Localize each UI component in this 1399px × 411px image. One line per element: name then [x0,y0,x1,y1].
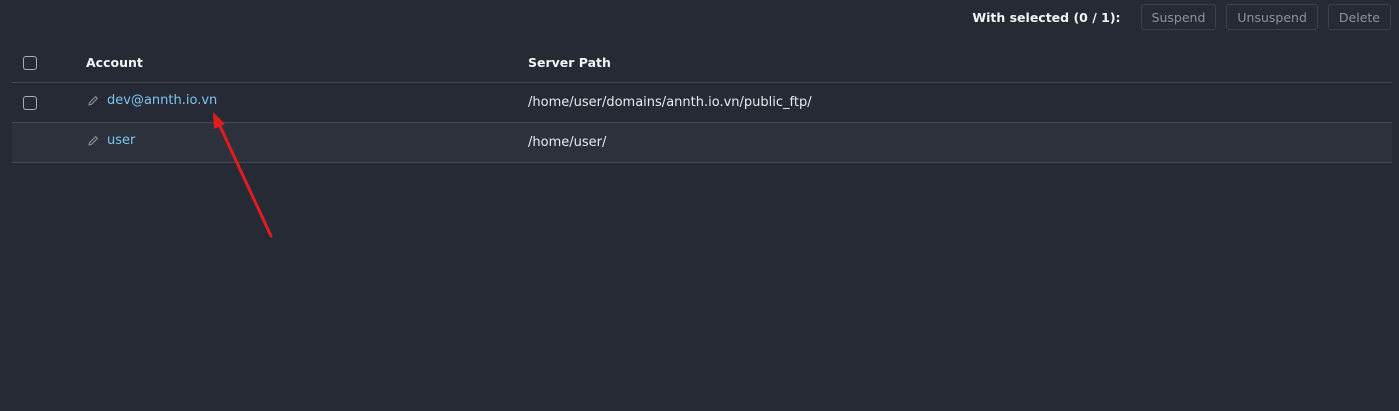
pencil-icon [88,95,98,106]
ftp-accounts-table: Account Server Path dev@annth.io.vn /hom… [12,42,1392,163]
table-header-row: Account Server Path [12,42,1392,83]
table-row: dev@annth.io.vn /home/user/domains/annth… [12,82,1392,123]
suspend-button[interactable]: Suspend [1140,4,1217,30]
account-name[interactable]: dev@annth.io.vn [107,93,217,108]
account-link[interactable]: dev@annth.io.vn [86,93,217,108]
account-cell: user [86,122,528,163]
account-column-header[interactable]: Account [86,42,528,83]
table-row: user /home/user/ [12,122,1392,163]
unsuspend-button[interactable]: Unsuspend [1226,4,1318,30]
row-checkbox[interactable] [23,95,37,110]
pencil-icon [88,135,98,146]
select-all-cell [12,42,86,83]
row-select-cell [12,82,86,123]
server-path-cell: /home/user/domains/annth.io.vn/public_ft… [528,82,1392,123]
select-all-checkbox[interactable] [23,55,37,70]
row-select-cell [12,122,86,163]
server-path-cell: /home/user/ [528,122,1392,163]
account-cell: dev@annth.io.vn [86,82,528,123]
server-path-column-header[interactable]: Server Path [528,42,1392,83]
delete-button[interactable]: Delete [1327,4,1391,30]
account-link[interactable]: user [86,133,135,148]
bulk-actions-toolbar: With selected (0 / 1): Suspend Unsuspend… [972,4,1391,30]
with-selected-label: With selected (0 / 1): [972,9,1121,25]
account-name[interactable]: user [107,133,135,148]
